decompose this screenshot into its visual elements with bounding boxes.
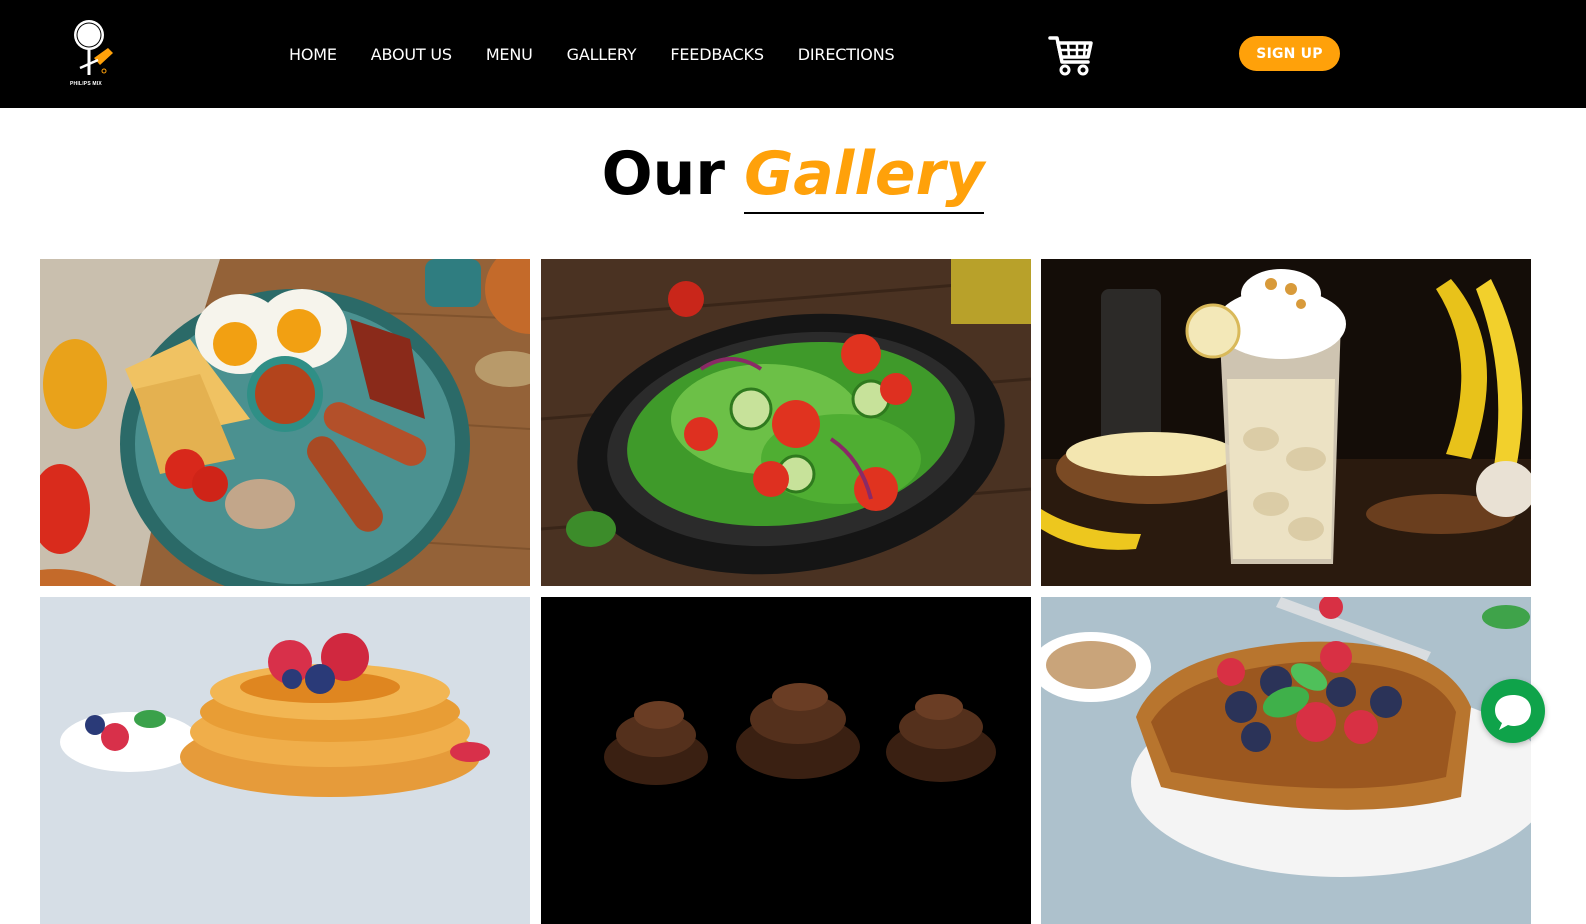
main-nav: HOME ABOUT US MENU GALLERY FEEDBACKS DIR… (289, 42, 895, 66)
chocolate-cupcakes-image[interactable] (541, 597, 1031, 924)
site-logo[interactable]: PHILIPS MIX (70, 18, 118, 92)
cart-icon[interactable] (1048, 34, 1094, 76)
chat-bubble-icon[interactable] (1481, 679, 1545, 743)
nav-gallery[interactable]: GALLERY (567, 45, 637, 64)
banana-milkshake-image[interactable] (1041, 259, 1531, 586)
nav-about-us[interactable]: ABOUT US (371, 45, 452, 64)
title-our: Our (601, 139, 725, 209)
salad-bowl-image[interactable] (541, 259, 1031, 586)
nav-menu[interactable]: MENU (486, 45, 533, 64)
french-toast-image[interactable] (1041, 597, 1531, 924)
page-title: Our Gallery (0, 138, 1586, 214)
logo-text: PHILIPS MIX (70, 81, 102, 87)
signup-button[interactable]: SIGN UP (1239, 36, 1340, 71)
title-gallery: Gallery (744, 138, 985, 214)
pancakes-image[interactable] (40, 597, 530, 924)
site-header: PHILIPS MIX HOME ABOUT US MENU GALLERY F… (0, 0, 1586, 108)
breakfast-plate-image[interactable] (40, 259, 530, 586)
nav-home[interactable]: HOME (289, 45, 337, 64)
nav-directions[interactable]: DIRECTIONS (798, 45, 895, 64)
nav-feedbacks[interactable]: FEEDBACKS (670, 45, 764, 64)
